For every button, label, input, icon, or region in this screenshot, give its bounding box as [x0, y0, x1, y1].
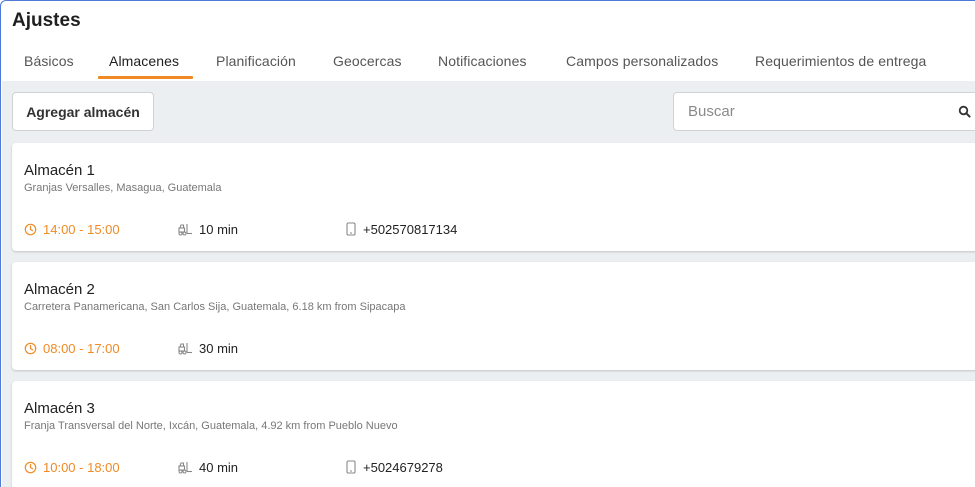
hours-text: 10:00 - 18:00 [43, 459, 120, 475]
settings-window: Ajustes Básicos Almacenes Planificación … [0, 0, 975, 487]
warehouse-phone: +5024679278 [345, 458, 443, 476]
search-box [673, 92, 975, 131]
warehouse-phone: +502570817134 [345, 220, 457, 238]
warehouse-address: Carretera Panamericana, San Carlos Sija,… [24, 301, 406, 313]
warehouse-card[interactable]: Almacén 2 Carretera Panamericana, San Ca… [12, 262, 975, 370]
clock-icon [24, 342, 37, 354]
tab-bar: Básicos Almacenes Planificación Geocerca… [1, 45, 975, 81]
warehouse-hours: 14:00 - 15:00 [24, 220, 120, 238]
tab-requerimientos-de-entrega[interactable]: Requerimientos de entrega [755, 53, 926, 69]
duration-text: 10 min [199, 221, 239, 237]
tab-geocercas[interactable]: Geocercas [333, 53, 402, 69]
forklift-icon [178, 342, 192, 354]
warehouse-name: Almacén 1 [24, 162, 95, 179]
duration-text: 40 min [199, 459, 239, 475]
tab-basicos[interactable]: Básicos [24, 53, 74, 69]
add-warehouse-button[interactable]: Agregar almacén [12, 92, 154, 131]
duration-text: 30 min [199, 340, 239, 356]
clock-icon [24, 461, 37, 473]
phone-icon [346, 222, 356, 236]
search-icon[interactable] [957, 104, 973, 120]
warehouse-address: Franja Transversal del Norte, Ixcán, Gua… [24, 420, 398, 432]
warehouse-name: Almacén 2 [24, 281, 95, 298]
tab-notificaciones[interactable]: Notificaciones [438, 53, 527, 69]
phone-text: +5024679278 [363, 459, 443, 475]
forklift-icon [178, 461, 192, 473]
warehouse-duration: 30 min [177, 339, 238, 357]
active-tab-indicator [98, 76, 193, 79]
warehouse-duration: 10 min [177, 220, 238, 238]
warehouse-card[interactable]: Almacén 1 Granjas Versalles, Masagua, Gu… [12, 143, 975, 251]
tab-almacenes[interactable]: Almacenes [109, 53, 179, 69]
clock-icon [24, 223, 37, 235]
warehouses-panel: Agregar almacén Almacén 1 Granjas Versal… [2, 81, 975, 487]
forklift-icon [178, 223, 192, 235]
warehouse-address: Granjas Versalles, Masagua, Guatemala [24, 182, 222, 194]
warehouse-card[interactable]: Almacén 3 Franja Transversal del Norte, … [12, 381, 975, 487]
phone-icon [346, 460, 356, 474]
tab-campos-personalizados[interactable]: Campos personalizados [566, 53, 718, 69]
tab-planificacion[interactable]: Planificación [216, 53, 296, 69]
page-title: Ajustes [12, 10, 81, 31]
warehouse-hours: 10:00 - 18:00 [24, 458, 120, 476]
hours-text: 14:00 - 15:00 [43, 221, 120, 237]
search-input[interactable] [688, 93, 938, 130]
warehouse-hours: 08:00 - 17:00 [24, 339, 120, 357]
phone-text: +502570817134 [363, 221, 458, 237]
warehouse-duration: 40 min [177, 458, 238, 476]
warehouse-name: Almacén 3 [24, 400, 95, 417]
hours-text: 08:00 - 17:00 [43, 340, 120, 356]
